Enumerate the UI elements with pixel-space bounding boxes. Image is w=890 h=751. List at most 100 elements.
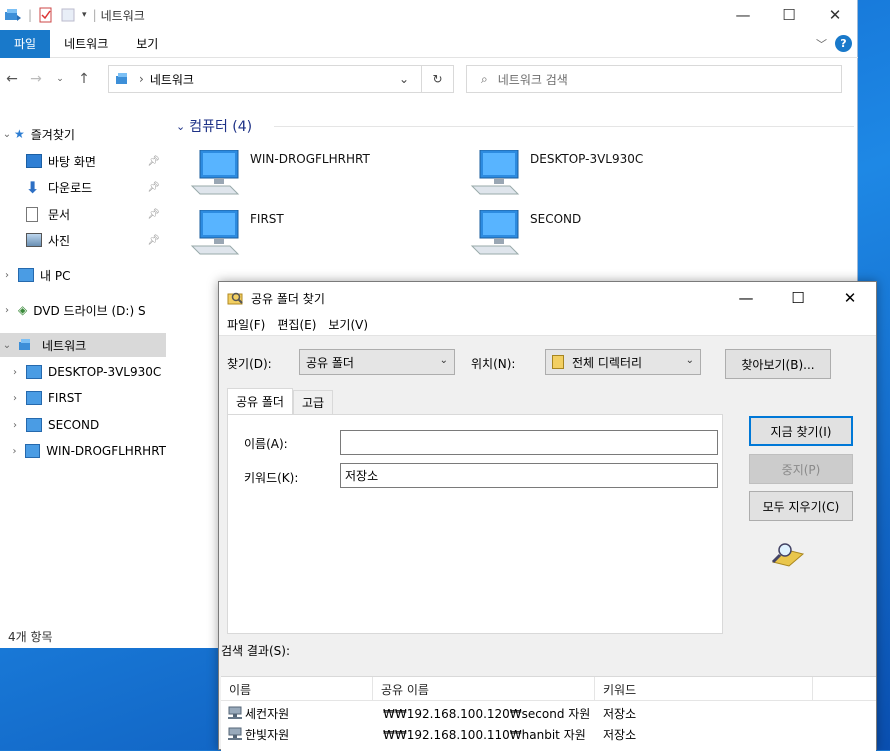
computer-item[interactable]: FIRST [190,210,284,256]
search-animation-icon [771,543,805,567]
stop-button[interactable]: 중지(P) [749,454,853,484]
menu-view[interactable]: 보기(V) [320,316,372,333]
browse-button[interactable]: 찾아보기(B)... [725,349,831,379]
name-field[interactable] [340,430,718,455]
pin-icon[interactable]: 📌︎ [147,156,160,167]
pin-icon[interactable]: 📌︎ [147,209,160,220]
computer-icon [25,444,41,458]
computer-item[interactable]: DESKTOP-3VL930C [470,150,643,196]
address-bar[interactable]: › 네트워크 ⌄ ↻ [108,65,454,93]
network-icon [116,73,127,84]
nav-this-pc[interactable]: › 내 PC [0,263,166,287]
computer-icon [18,268,34,282]
nav-downloads[interactable]: ⬇ 다운로드 📌︎ [0,175,166,199]
help-icon[interactable]: ? [835,35,852,52]
results-list: 이름 공유 이름 키워드 세컨자원 ₩₩192.168.100.120₩seco… [221,676,876,751]
customize-qa-icon[interactable]: ▾ [82,10,87,20]
minimize-button[interactable]: — [720,0,766,30]
find-type-select[interactable]: 공유 폴더 ⌄ [299,349,455,375]
expand-caret-icon[interactable]: › [8,446,21,457]
desktop-icon [26,154,42,168]
pin-icon[interactable]: 📌︎ [147,182,160,193]
address-row: ← → ⌄ ↑ › 네트워크 ⌄ ↻ ⌕ 네트워크 검색 [0,62,858,96]
tab-shared-folders[interactable]: 공유 폴더 [227,388,293,414]
dialog-close-button[interactable]: ✕ [824,282,876,314]
chevron-down-icon: ⌄ [685,355,694,366]
computer-icon [26,391,42,405]
nav-label: 다운로드 [48,180,93,195]
clear-all-button[interactable]: 모두 지우기(C) [749,491,853,521]
nav-pictures[interactable]: 사진 📌︎ [0,228,166,252]
chevron-down-icon[interactable]: ⌄ [399,72,409,86]
expand-caret-icon[interactable]: › [8,367,22,378]
nav-documents[interactable]: 문서 📌︎ [0,202,166,226]
pictures-icon [26,233,42,247]
computer-item[interactable]: WIN-DROGFLHRHRT [190,150,370,196]
dialog-minimize-button[interactable]: — [720,282,772,314]
search-box[interactable]: ⌕ 네트워크 검색 [466,65,842,93]
up-arrow-icon[interactable]: ↑ [72,71,96,87]
expand-caret-icon[interactable]: › [8,393,22,404]
menu-edit[interactable]: 편집(E) [269,316,320,333]
computer-icon [470,210,520,255]
tab-panel: 이름(A): 키워드(K): 저장소 [227,414,723,634]
nav-label: 네트워크 [42,338,87,353]
collapse-group-icon[interactable]: ⌄ [176,120,185,133]
star-icon: ★ [14,127,25,141]
download-arrow-icon: ⬇ [26,177,40,197]
keyword-label: 키워드(K): [244,471,299,485]
nav-label: 문서 [48,207,71,222]
expand-caret-icon[interactable]: › [0,270,14,281]
ribbon-tabs: 파일 네트워크 보기 ﹀ ? [0,29,858,58]
back-arrow-icon[interactable]: ← [0,71,24,87]
pin-icon[interactable]: 📌︎ [147,235,160,246]
tab-file[interactable]: 파일 [0,29,51,58]
nav-label: DVD 드라이브 (D:) S [33,303,146,318]
location-label: 위치(N): [471,357,516,371]
name-label: 이름(A): [244,437,288,451]
nav-desktop[interactable]: 바탕 화면 📌︎ [0,149,166,173]
tab-view[interactable]: 보기 [122,30,172,58]
expand-caret-icon[interactable]: ⌄ [0,340,14,351]
refresh-icon[interactable]: ↻ [421,66,453,92]
tab-advanced[interactable]: 고급 [292,390,334,414]
recent-locations-icon[interactable]: ⌄ [48,74,72,84]
expand-ribbon-icon[interactable]: ﹀ [816,36,827,52]
navigation-pane: ⌄ ★ 즐겨찾기 바탕 화면 📌︎ ⬇ 다운로드 📌︎ 문서 📌︎ 사진 📌︎ … [0,110,166,625]
nav-network-item[interactable]: › WIN-DROGFLHRHRT [0,439,166,463]
dialog-maximize-button[interactable]: ☐ [772,282,824,314]
nav-dvd[interactable]: › ◈ DVD 드라이브 (D:) S [0,298,166,322]
forward-arrow-icon[interactable]: → [24,71,48,87]
location-select[interactable]: 전체 디렉터리 ⌄ [545,349,701,375]
column-name[interactable]: 이름 [221,677,373,701]
result-name: 한빛자원 [245,727,290,742]
nav-network[interactable]: ⌄ 네트워크 [0,333,166,357]
nav-network-item[interactable]: › FIRST [0,386,166,410]
result-row[interactable]: 세컨자원 ₩₩192.168.100.120₩second 자원 저장소 [221,703,876,723]
tab-network[interactable]: 네트워크 [50,30,122,58]
quick-access-toolbar: | ▾ | [0,7,97,23]
nav-quick-access[interactable]: ⌄ ★ 즐겨찾기 [0,122,166,146]
close-button[interactable]: ✕ [812,0,858,30]
keyword-field[interactable]: 저장소 [340,463,718,488]
nav-network-item[interactable]: › DESKTOP-3VL930C [0,360,166,384]
result-row[interactable]: 한빛자원 ₩₩192.168.100.110₩hanbit 자원 저장소 [221,724,876,744]
maximize-button[interactable]: ☐ [766,0,812,30]
nav-network-item[interactable]: › SECOND [0,413,166,437]
computer-item[interactable]: SECOND [470,210,581,256]
menu-file[interactable]: 파일(F) [219,316,269,333]
expand-caret-icon[interactable]: › [0,305,14,316]
computer-name: FIRST [250,212,284,226]
expand-caret-icon[interactable]: › [8,420,22,431]
column-share-name[interactable]: 공유 이름 [373,677,595,701]
expand-caret-icon[interactable]: ⌄ [0,129,14,140]
computer-icon [26,365,42,379]
column-keyword[interactable]: 키워드 [595,677,813,701]
result-keyword: 저장소 [603,706,637,721]
new-folder-icon[interactable] [60,7,76,23]
group-header[interactable]: ⌄ 컴퓨터 (4) [176,116,252,136]
find-now-button[interactable]: 지금 찾기(I) [749,416,853,446]
computer-name: DESKTOP-3VL930C [530,152,644,166]
properties-icon[interactable] [38,7,54,23]
location-value: 전체 디렉터리 [572,355,643,370]
